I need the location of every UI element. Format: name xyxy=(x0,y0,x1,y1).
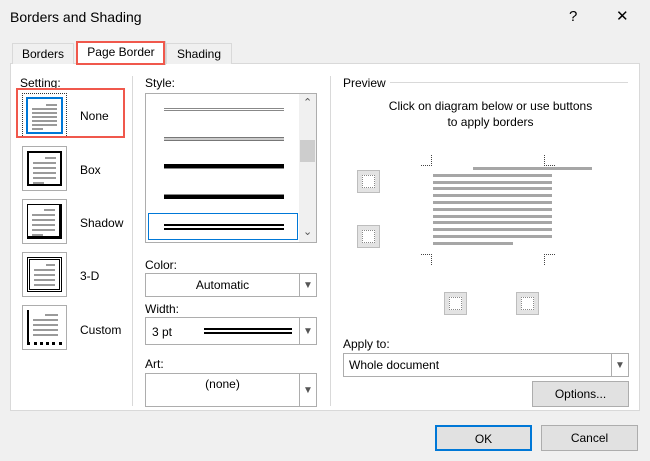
color-value: Automatic xyxy=(195,278,250,292)
style-label: Style: xyxy=(145,76,176,90)
options-button[interactable]: Options... xyxy=(532,381,629,407)
scroll-thumb[interactable] xyxy=(300,140,315,162)
apply-to-select[interactable]: Whole document ▼ xyxy=(343,353,629,377)
tab-shading[interactable]: Shading xyxy=(166,43,232,64)
color-select[interactable]: Automatic ▼ xyxy=(145,273,317,297)
style-option[interactable] xyxy=(164,108,284,111)
preview-text-line xyxy=(433,173,552,177)
setting-custom[interactable] xyxy=(22,305,67,350)
setting-3d-label[interactable]: 3-D xyxy=(80,269,99,283)
setting-custom-label[interactable]: Custom xyxy=(80,323,121,337)
preview-text-line xyxy=(433,201,552,204)
setting-box-label[interactable]: Box xyxy=(80,163,101,177)
top-border-button[interactable] xyxy=(357,170,380,193)
divider xyxy=(132,76,133,406)
bottom-border-button[interactable] xyxy=(357,225,380,248)
style-listbox[interactable]: ⌃ ⌄ xyxy=(145,93,317,243)
preview-text-line xyxy=(433,241,513,245)
preview-text-line xyxy=(433,214,552,218)
setting-shadow[interactable] xyxy=(22,199,67,244)
art-value: (none) xyxy=(205,377,240,391)
style-option[interactable] xyxy=(164,137,284,141)
apply-to-value: Whole document xyxy=(349,358,440,372)
help-button[interactable]: ? xyxy=(569,8,577,25)
preview-text-line xyxy=(433,194,552,198)
setting-shadow-label[interactable]: Shadow xyxy=(80,216,123,230)
page-shadow-icon xyxy=(27,204,62,239)
page-custom-icon xyxy=(27,310,62,345)
preview-hint: Click on diagram below or use buttons to … xyxy=(388,99,593,129)
tab-borders[interactable]: Borders xyxy=(12,43,74,64)
art-select[interactable]: (none) ▼ xyxy=(145,373,317,407)
dialog-title: Borders and Shading xyxy=(10,9,142,25)
width-line-sample xyxy=(204,328,292,334)
close-button[interactable]: ✕ xyxy=(616,7,629,25)
ok-button[interactable]: OK xyxy=(435,425,532,451)
preview-text-line xyxy=(433,207,552,211)
preview-text-line xyxy=(433,235,552,238)
divider xyxy=(330,76,331,406)
preview-diagram[interactable] xyxy=(421,155,592,265)
preview-text-line xyxy=(433,180,552,184)
left-border-button[interactable] xyxy=(444,292,467,315)
style-option-selected[interactable] xyxy=(148,213,298,240)
apply-to-label: Apply to: xyxy=(343,337,390,351)
page-3d-icon xyxy=(27,257,62,292)
page-box-icon xyxy=(27,151,62,186)
setting-3d[interactable] xyxy=(22,252,67,297)
preview-text-line xyxy=(433,221,552,225)
width-value: 3 pt xyxy=(152,325,173,339)
chevron-down-icon: ▼ xyxy=(611,354,628,376)
preview-text-line xyxy=(433,228,552,232)
style-option[interactable] xyxy=(164,164,284,169)
highlight-box xyxy=(76,41,165,65)
color-label: Color: xyxy=(145,258,178,272)
width-select[interactable]: 3 pt ▼ xyxy=(145,317,317,345)
style-scrollbar[interactable]: ⌃ ⌄ xyxy=(299,94,316,242)
width-label: Width: xyxy=(145,302,180,316)
cancel-button[interactable]: Cancel xyxy=(541,425,638,451)
style-option[interactable] xyxy=(164,194,284,199)
preview-text-line xyxy=(473,167,592,170)
scroll-down-icon[interactable]: ⌄ xyxy=(303,225,312,238)
highlight-box xyxy=(16,88,125,138)
preview-label: Preview xyxy=(343,76,386,90)
setting-box[interactable] xyxy=(22,146,67,191)
chevron-down-icon: ▼ xyxy=(299,318,316,344)
chevron-down-icon: ▼ xyxy=(299,374,316,406)
scroll-up-icon[interactable]: ⌃ xyxy=(303,96,312,109)
divider xyxy=(390,82,628,83)
right-border-button[interactable] xyxy=(516,292,539,315)
chevron-down-icon: ▼ xyxy=(299,274,316,296)
preview-text-line xyxy=(433,187,552,191)
art-label: Art: xyxy=(145,357,164,371)
